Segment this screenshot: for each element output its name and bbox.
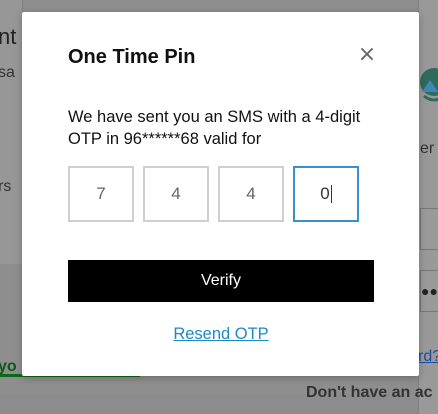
- background-signup-text: Don't have an ac: [306, 384, 433, 401]
- otp-digit-3[interactable]: 4: [218, 166, 284, 222]
- otp-modal: One Time Pin × We have sent you an SMS w…: [22, 12, 419, 376]
- otp-digit-1[interactable]: 7: [68, 166, 134, 222]
- verify-button[interactable]: Verify: [68, 260, 374, 302]
- otp-digit-2[interactable]: 4: [143, 166, 209, 222]
- password-dots: ●●●: [421, 283, 438, 299]
- otp-digit-4[interactable]: 0: [293, 166, 359, 222]
- brand-logo-icon: [420, 68, 438, 102]
- background-text-fragment: sa: [0, 64, 15, 81]
- text-caret: [330, 184, 332, 203]
- background-password-field: ●●●: [420, 270, 438, 312]
- otp-digit-4-value: 0: [320, 184, 330, 203]
- background-title-fragment: nt: [0, 24, 17, 49]
- otp-message: We have sent you an SMS with a 4-digit O…: [68, 108, 361, 148]
- close-icon[interactable]: ×: [356, 44, 378, 66]
- background-input: [420, 208, 438, 250]
- resend-otp-link[interactable]: Resend OTP: [68, 325, 374, 344]
- background-text-fragment-2: rs: [0, 178, 12, 195]
- modal-title: One Time Pin: [68, 46, 196, 68]
- background-right-text: er: [420, 140, 435, 157]
- background-forgot-link: rd?: [418, 348, 438, 365]
